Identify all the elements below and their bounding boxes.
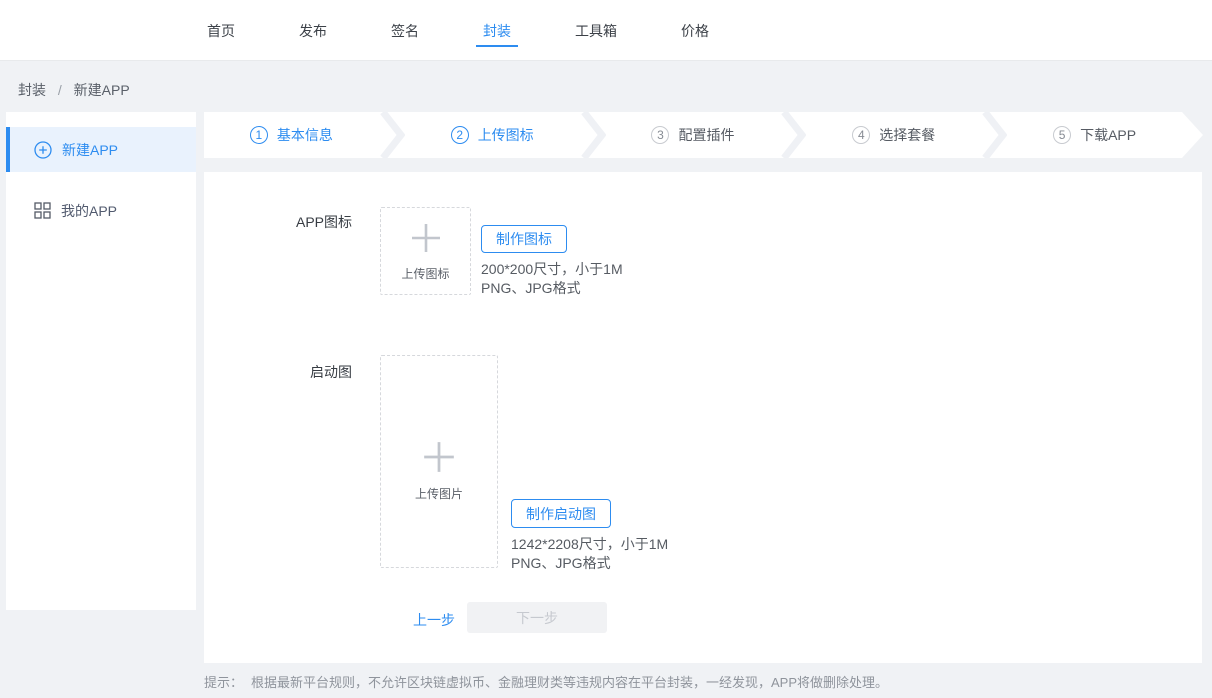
upload-caption: 上传图片 — [415, 485, 463, 502]
nav-item-home[interactable]: 首页 — [200, 23, 242, 47]
tip-text: 根据最新平台规则，不允许区块链虚拟币、金融理财类等违规内容在平台封装，一经发现，… — [251, 675, 888, 690]
sidebar-item-my-app[interactable]: 我的APP — [6, 188, 196, 233]
upload-caption: 上传图标 — [401, 265, 449, 282]
nav-item-price[interactable]: 价格 — [674, 23, 716, 47]
nav-item-publish[interactable]: 发布 — [292, 23, 334, 47]
nav-item-toolbox[interactable]: 工具箱 — [568, 23, 624, 47]
sidebar-item-label: 我的APP — [61, 201, 117, 221]
step-1-basic-info: 1 基本信息 — [204, 125, 379, 145]
nav-item-package[interactable]: 封装 — [476, 23, 518, 47]
plus-circle-icon — [34, 141, 52, 159]
nav-item-sign[interactable]: 签名 — [384, 23, 426, 47]
app-icon-label: APP图标 — [204, 214, 352, 230]
plus-icon — [421, 439, 457, 475]
main-panel: APP图标 上传图标 制作图标 200*200尺寸，小于1M PNG、JPG格式… — [204, 172, 1202, 663]
previous-step-button[interactable]: 上一步 — [413, 610, 455, 630]
step-5-download-app: 5 下载APP — [1007, 125, 1182, 145]
next-step-button[interactable]: 下一步 — [467, 602, 607, 633]
splash-upload-dropzone[interactable]: 上传图片 — [380, 355, 498, 568]
step-label: 下载APP — [1080, 125, 1136, 145]
step-number: 5 — [1053, 126, 1071, 144]
hint-format-line: PNG、JPG格式 — [481, 279, 623, 298]
breadcrumb-item-package[interactable]: 封装 — [18, 82, 46, 98]
make-splash-button[interactable]: 制作启动图 — [511, 499, 611, 528]
tip-label: 提示： — [204, 675, 243, 690]
hint-size-line: 1242*2208尺寸，小于1M — [511, 535, 668, 554]
app-icon-hint: 200*200尺寸，小于1M PNG、JPG格式 — [481, 260, 623, 298]
footer-tip: 提示： 根据最新平台规则，不允许区块链虚拟币、金融理财类等违规内容在平台封装，一经… — [204, 672, 888, 691]
step-number: 4 — [852, 126, 870, 144]
breadcrumb-separator: / — [58, 82, 62, 98]
chevron-right-icon — [981, 112, 1007, 158]
top-header: 首页 发布 签名 封装 工具箱 价格 — [0, 0, 1212, 61]
breadcrumb-item-new-app: 新建APP — [74, 82, 130, 98]
step-number: 1 — [250, 126, 268, 144]
chevron-right-icon — [580, 112, 606, 158]
step-4-choose-plan: 4 选择套餐 — [806, 125, 981, 145]
step-3-configure-plugins: 3 配置插件 — [606, 125, 781, 145]
step-2-upload-icon: 2 上传图标 — [405, 125, 580, 145]
step-number: 2 — [451, 126, 469, 144]
grid-icon — [34, 202, 51, 219]
step-label: 基本信息 — [277, 125, 333, 145]
app-icon-upload-dropzone[interactable]: 上传图标 — [380, 207, 471, 295]
splash-hint: 1242*2208尺寸，小于1M PNG、JPG格式 — [511, 535, 668, 573]
sidebar: 新建APP 我的APP — [6, 112, 196, 610]
step-label: 配置插件 — [678, 125, 734, 145]
make-icon-button[interactable]: 制作图标 — [481, 225, 567, 253]
step-number: 3 — [651, 126, 669, 144]
sidebar-item-new-app[interactable]: 新建APP — [6, 127, 196, 172]
splash-image-label: 启动图 — [204, 364, 352, 380]
step-label: 选择套餐 — [879, 125, 935, 145]
sidebar-item-label: 新建APP — [62, 140, 118, 160]
plus-icon — [409, 221, 443, 255]
main-nav: 首页 发布 签名 封装 工具箱 价格 — [0, 0, 1212, 47]
hint-size-line: 200*200尺寸，小于1M — [481, 260, 623, 279]
chevron-right-icon — [780, 112, 806, 158]
chevron-right-icon — [379, 112, 405, 158]
breadcrumb: 封装 / 新建APP — [18, 80, 130, 100]
hint-format-line: PNG、JPG格式 — [511, 554, 668, 573]
step-label: 上传图标 — [478, 125, 534, 145]
steps-bar: 1 基本信息 2 上传图标 3 配置插件 4 选择套餐 5 下载APP — [204, 112, 1182, 158]
